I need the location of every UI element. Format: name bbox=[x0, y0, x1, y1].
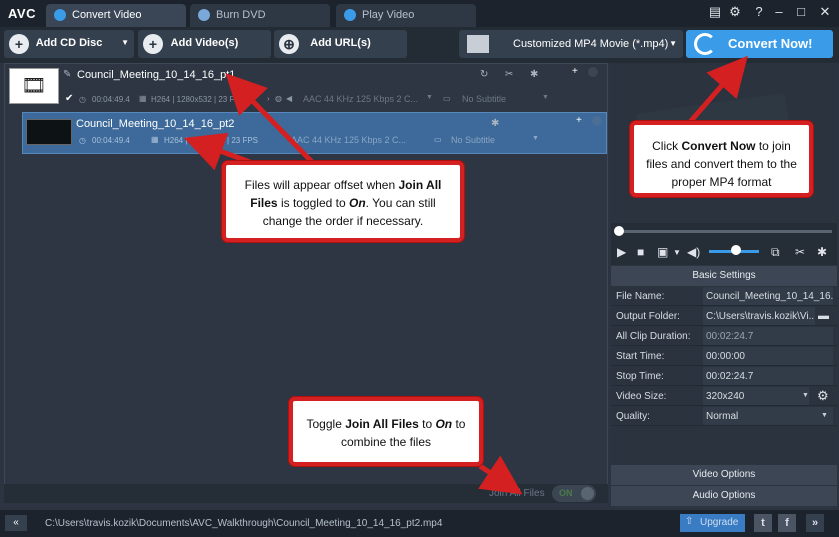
callout-offset-files: Files will appear offset when Join All F… bbox=[222, 161, 464, 242]
callout-bold: On bbox=[349, 196, 366, 210]
arrow-to-file2 bbox=[183, 132, 251, 171]
callout-toggle-join: Toggle Join All Files to On to combine t… bbox=[289, 397, 483, 466]
arrow-to-convert bbox=[688, 55, 748, 124]
arrow-to-toggle bbox=[478, 455, 523, 495]
callout-bold: Convert Now bbox=[681, 139, 756, 153]
callout-text: to bbox=[418, 417, 436, 431]
callout-text: is toggled to bbox=[277, 196, 349, 210]
callout-convert-now: Click Convert Now to join files and conv… bbox=[630, 121, 813, 197]
callout-bold: Join All Files bbox=[345, 417, 419, 431]
callout-text: Toggle bbox=[306, 417, 346, 431]
arrow-to-file1 bbox=[225, 73, 314, 164]
callout-text: Files will appear offset when bbox=[244, 178, 399, 192]
callout-text: Click bbox=[652, 139, 682, 153]
callout-bold: On bbox=[435, 417, 453, 431]
